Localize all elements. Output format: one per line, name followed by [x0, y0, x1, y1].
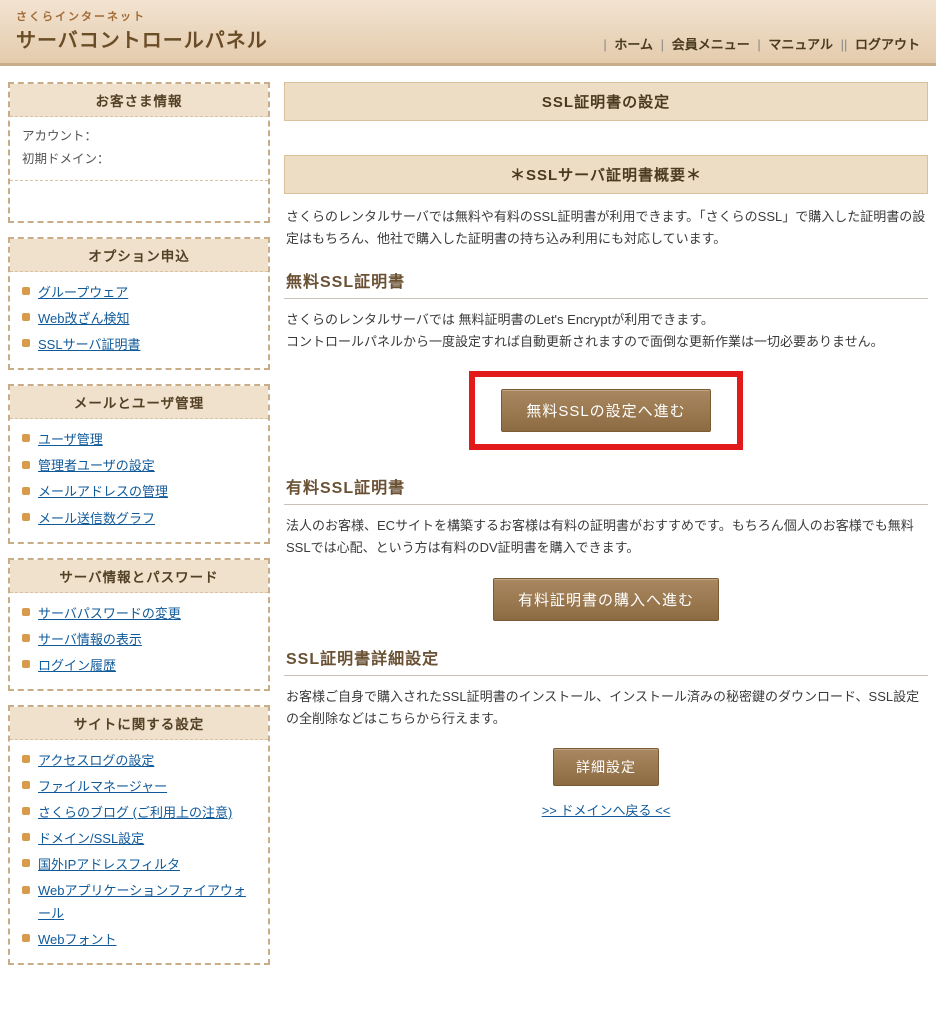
sidebar-link-groupware[interactable]: グループウェア [38, 285, 128, 300]
list-item: ファイルマネージャー [22, 774, 258, 800]
sidebar-link-filemanager[interactable]: ファイルマネージャー [38, 779, 167, 794]
link-list: アクセスログの設定 ファイルマネージャー さくらのブログ (ご利用上の注意) ド… [22, 748, 258, 953]
list-item: アクセスログの設定 [22, 748, 258, 774]
list-item: サーバ情報の表示 [22, 627, 258, 653]
list-item: ユーザ管理 [22, 427, 258, 453]
panel-title: サーバ情報とパスワード [10, 560, 268, 593]
link-list: ユーザ管理 管理者ユーザの設定 メールアドレスの管理 メール送信数グラフ [22, 427, 258, 531]
page-title: SSL証明書の設定 [284, 82, 928, 121]
panel-site-settings: サイトに関する設定 アクセスログの設定 ファイルマネージャー さくらのブログ (… [8, 705, 270, 965]
sidebar-link-pw-change[interactable]: サーバパスワードの変更 [38, 606, 181, 621]
list-item: グループウェア [22, 280, 258, 306]
nav-separator: | [661, 37, 664, 52]
nav-member[interactable]: 会員メニュー [672, 37, 750, 52]
section-heading-free-ssl: 無料SSL証明書 [284, 250, 928, 299]
back-to-domain-link[interactable]: >> ドメインへ戻る << [542, 803, 671, 818]
list-item: メールアドレスの管理 [22, 479, 258, 505]
list-item: Webアプリケーションファイアウォール [22, 878, 258, 926]
top-nav: | ホーム | 会員メニュー | マニュアル || ログアウト [599, 34, 920, 53]
sidebar-link-webfont[interactable]: Webフォント [38, 932, 117, 947]
overview-title: ＊SSLサーバ証明書概要＊ [284, 155, 928, 194]
list-item: ログイン履歴 [22, 653, 258, 679]
panel-extra-area [10, 180, 268, 221]
list-item: SSLサーバ証明書 [22, 332, 258, 358]
panel-body: アカウント： 初期ドメイン： [10, 117, 268, 180]
nav-manual[interactable]: マニュアル [768, 37, 833, 52]
paid-ssl-button[interactable]: 有料証明書の購入へ進む [493, 578, 719, 621]
list-item: サーバパスワードの変更 [22, 601, 258, 627]
list-item: メール送信数グラフ [22, 506, 258, 532]
nav-logout[interactable]: ログアウト [855, 37, 920, 52]
sidebar-link-user-mgmt[interactable]: ユーザ管理 [38, 432, 103, 447]
brand-block: さくらインターネット サーバコントロールパネル [16, 8, 268, 53]
sidebar-link-tamper[interactable]: Web改ざん検知 [38, 311, 130, 326]
header-bar: さくらインターネット サーバコントロールパネル | ホーム | 会員メニュー |… [0, 0, 936, 66]
panel-title: メールとユーザ管理 [10, 386, 268, 419]
account-row: アカウント： [22, 125, 258, 148]
nav-separator: | [603, 37, 606, 52]
sidebar-link-sslcert[interactable]: SSLサーバ証明書 [38, 337, 140, 352]
section-heading-paid-ssl: 有料SSL証明書 [284, 456, 928, 505]
sidebar-link-mail-graph[interactable]: メール送信数グラフ [38, 511, 155, 526]
panel-title: サイトに関する設定 [10, 707, 268, 740]
list-item: 国外IPアドレスフィルタ [22, 852, 258, 878]
sidebar-link-login-history[interactable]: ログイン履歴 [38, 658, 116, 673]
free-ssl-desc: さくらのレンタルサーバでは 無料証明書のLet's Encryptが利用できます… [286, 309, 926, 353]
nav-separator: | [757, 37, 760, 52]
free-ssl-desc-2: コントロールパネルから一度設定すれば自動更新されますので面倒な更新作業は一切必要… [286, 334, 884, 349]
nav-home[interactable]: ホーム [614, 37, 653, 52]
list-item: Web改ざん検知 [22, 306, 258, 332]
panel-option: オプション申込 グループウェア Web改ざん検知 SSLサーバ証明書 [8, 237, 270, 370]
brand-subtitle: さくらインターネット [16, 8, 268, 24]
section-heading-ssl-detail: SSL証明書詳細設定 [284, 627, 928, 676]
list-item: さくらのブログ (ご利用上の注意) [22, 800, 258, 826]
highlight-box: 無料SSLの設定へ進む [469, 371, 742, 450]
list-item: ドメイン/SSL設定 [22, 826, 258, 852]
overview-desc: さくらのレンタルサーバでは無料や有料のSSL証明書が利用できます。「さくらのSS… [286, 206, 926, 250]
link-list: グループウェア Web改ざん検知 SSLサーバ証明書 [22, 280, 258, 358]
free-ssl-button[interactable]: 無料SSLの設定へ進む [501, 389, 710, 432]
sidebar-link-waf[interactable]: Webアプリケーションファイアウォール [38, 883, 246, 920]
free-ssl-desc-1: さくらのレンタルサーバでは 無料証明書のLet's Encryptが利用できます… [286, 312, 714, 327]
panel-customer-info: お客さま情報 アカウント： 初期ドメイン： [8, 82, 270, 223]
sidebar-link-admin-user[interactable]: 管理者ユーザの設定 [38, 458, 155, 473]
sidebar: お客さま情報 アカウント： 初期ドメイン： オプション申込 [8, 82, 270, 979]
sidebar-link-ip-filter[interactable]: 国外IPアドレスフィルタ [38, 857, 180, 872]
domain-row: 初期ドメイン： [22, 148, 258, 171]
domain-label: 初期ドメイン： [22, 152, 110, 166]
sidebar-link-server-info[interactable]: サーバ情報の表示 [38, 632, 142, 647]
panel-title: オプション申込 [10, 239, 268, 272]
list-item: 管理者ユーザの設定 [22, 453, 258, 479]
sidebar-link-domain-ssl[interactable]: ドメイン/SSL設定 [38, 831, 144, 846]
sidebar-link-blog[interactable]: さくらのブログ (ご利用上の注意) [38, 805, 232, 820]
ssl-detail-desc: お客様ご自身で購入されたSSL証明書のインストール、インストール済みの秘密鍵のダ… [286, 686, 926, 730]
panel-mail-user: メールとユーザ管理 ユーザ管理 管理者ユーザの設定 メールアドレスの管理 メール… [8, 384, 270, 543]
sidebar-link-accesslog[interactable]: アクセスログの設定 [38, 753, 154, 768]
sidebar-link-mail-addr[interactable]: メールアドレスの管理 [38, 484, 168, 499]
paid-ssl-desc: 法人のお客様、ECサイトを構築するお客様は有料の証明書がおすすめです。もちろん個… [286, 515, 926, 559]
account-label: アカウント： [22, 129, 97, 143]
list-item: Webフォント [22, 927, 258, 953]
brand-title: サーバコントロールパネル [16, 24, 268, 53]
link-list: サーバパスワードの変更 サーバ情報の表示 ログイン履歴 [22, 601, 258, 679]
panel-server-pw: サーバ情報とパスワード サーバパスワードの変更 サーバ情報の表示 ログイン履歴 [8, 558, 270, 691]
main-content: SSL証明書の設定 ＊SSLサーバ証明書概要＊ さくらのレンタルサーバでは無料や… [284, 82, 928, 979]
nav-separator: || [841, 37, 848, 52]
ssl-detail-button[interactable]: 詳細設定 [553, 748, 659, 786]
panel-title: お客さま情報 [10, 84, 268, 117]
